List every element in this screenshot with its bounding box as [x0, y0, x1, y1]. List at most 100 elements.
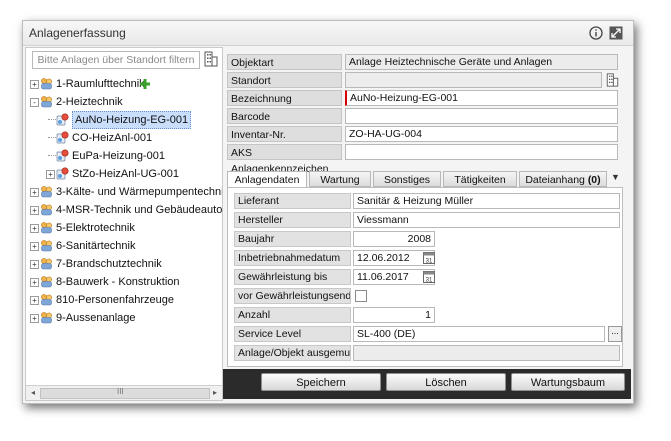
maintenance-tree-button[interactable]: Wartungsbaum: [511, 373, 625, 391]
tab-sonstiges-label: Sonstiges: [383, 174, 431, 186]
calendar-icon[interactable]: 31: [423, 251, 435, 264]
attachment-count-badge: (0): [587, 174, 601, 186]
location-filter-input[interactable]: Bitte Anlagen über Standort filtern: [32, 51, 200, 69]
building-filter-icon[interactable]: [204, 51, 218, 67]
tree-node-label: StZo-HeizAnl-UG-001: [72, 168, 179, 180]
collapse-icon[interactable]: -: [30, 98, 39, 107]
tree-node-label: 3-Kälte- und Wärmepumpentechnik: [56, 186, 222, 198]
objektart-field[interactable]: Anlage Heiztechnische Geräte und Anlagen: [345, 54, 618, 70]
title-bar: Anlagenerfassung: [23, 21, 633, 46]
vor-gewaehrleistung-checkbox[interactable]: [355, 290, 367, 302]
expand-icon[interactable]: +: [30, 224, 39, 233]
aks-label: AKS Anlagenkennzeichen: [227, 144, 342, 175]
tree-node-label: 4-MSR-Technik und Gebäudeautomatio: [56, 204, 222, 216]
tree-connector: [48, 137, 56, 138]
tree-node-label: 5-Elektrotechnik: [56, 222, 135, 234]
building-group-icon: [40, 221, 53, 234]
objekt-ausgemustert-field[interactable]: [353, 345, 620, 361]
building-group-icon: [40, 185, 53, 198]
heating-asset-icon: [56, 113, 69, 126]
building-group-icon: [40, 239, 53, 252]
save-button[interactable]: Speichern: [261, 373, 381, 391]
tab-wartung[interactable]: Wartung: [309, 171, 371, 187]
tab-sonstiges[interactable]: Sonstiges: [373, 171, 441, 187]
tree-node-label: AuNo-Heizung-EG-001: [72, 111, 192, 129]
expand-icon[interactable]: +: [30, 242, 39, 251]
lieferant-field[interactable]: Sanitär & Heizung Müller: [353, 193, 620, 209]
tree-node-label: 810-Personenfahrzeuge: [56, 294, 175, 306]
service-level-label: Service Level: [234, 326, 351, 342]
delete-button[interactable]: Löschen: [386, 373, 506, 391]
expand-icon[interactable]: +: [30, 260, 39, 269]
inbetriebnahme-label: Inbetriebnahmedatum: [234, 250, 351, 266]
standort-label: Standort: [227, 72, 342, 88]
tab-overflow-chevron-down-icon[interactable]: ▼: [611, 172, 620, 182]
vor-gewaehrleistung-label: vor Gewährleistungsend...: [234, 288, 351, 304]
scrollbar-thumb[interactable]: III: [40, 387, 210, 399]
bezeichnung-label: Bezeichnung: [227, 90, 342, 106]
heating-asset-icon: [56, 131, 69, 144]
barcode-field[interactable]: [345, 108, 618, 124]
tree-node-label: 1-Raumlufttechnik: [56, 78, 145, 90]
expand-icon[interactable]: +: [30, 278, 39, 287]
objekt-ausgemustert-label: Anlage/Objekt ausgemu...: [234, 345, 351, 361]
expand-icon[interactable]: +: [46, 170, 55, 179]
scroll-left-arrow-icon[interactable]: ◂: [28, 388, 38, 398]
calendar-icon[interactable]: 31: [423, 270, 435, 283]
tree-horizontal-scrollbar[interactable]: ◂ III ▸: [26, 385, 222, 400]
anzahl-field[interactable]: 1: [353, 307, 435, 323]
expand-icon[interactable]: +: [30, 206, 39, 215]
bezeichnung-field[interactable]: AuNo-Heizung-EG-001: [345, 90, 618, 106]
lieferant-label: Lieferant: [234, 193, 351, 209]
baujahr-field[interactable]: 2008: [353, 231, 435, 247]
tab-wartung-label: Wartung: [320, 174, 360, 186]
tree-node-label: 7-Brandschutztechnik: [56, 258, 162, 270]
tab-dateianhang-label: Dateianhang: [525, 174, 585, 186]
aks-field[interactable]: [345, 144, 618, 160]
gewaehrleistung-label: Gewährleistung bis: [234, 269, 351, 285]
tab-anlagendaten-label: Anlagendaten: [234, 174, 300, 186]
heating-asset-icon: [56, 167, 69, 180]
tree-node-label: 6-Sanitärtechnik: [56, 240, 136, 252]
service-level-picker-button[interactable]: ...: [608, 326, 622, 342]
hersteller-label: Hersteller: [234, 212, 351, 228]
scroll-right-arrow-icon[interactable]: ▸: [210, 388, 220, 398]
expand-icon[interactable]: +: [30, 314, 39, 323]
info-icon[interactable]: [589, 26, 603, 40]
tree-connector: [48, 155, 56, 156]
asset-entry-window: Anlagenerfassung Bitte Anlagen über Stan…: [22, 20, 634, 404]
tree-node-label: 9-Aussenanlage: [56, 312, 136, 324]
tab-taetigkeiten[interactable]: Tätigkeiten: [443, 171, 517, 187]
tree-node-label: CO-HeizAnl-001: [72, 132, 153, 144]
objektart-label: Objektart: [227, 54, 342, 70]
building-group-icon: [40, 77, 53, 90]
tab-taetigkeiten-label: Tätigkeiten: [454, 174, 506, 186]
tree-node-label: 8-Bauwerk - Konstruktion: [56, 276, 180, 288]
tree-node-label: EuPa-Heizung-001: [72, 150, 165, 162]
location-tree-panel: Bitte Anlagen über Standort filtern +1-R…: [25, 47, 223, 401]
baujahr-label: Baujahr: [234, 231, 351, 247]
expand-icon[interactable]: +: [30, 296, 39, 305]
standort-field[interactable]: [345, 72, 602, 88]
tab-anlagendaten[interactable]: Anlagendaten: [227, 171, 307, 188]
service-level-field[interactable]: SL-400 (DE): [353, 326, 605, 342]
expand-icon[interactable]: +: [30, 80, 39, 89]
building-group-icon: [40, 293, 53, 306]
tree-connector: [48, 119, 56, 120]
asset-tree: +1-Raumlufttechnik - 2-Heiztechnik AuNo-Hei…: [26, 72, 222, 384]
hersteller-field[interactable]: Viessmann: [353, 212, 620, 228]
detail-tabs: Anlagendaten Wartung Sonstiges Tätigkeit…: [227, 171, 623, 188]
building-picker-icon[interactable]: [606, 73, 619, 87]
building-group-icon: [40, 257, 53, 270]
tab-dateianhang[interactable]: Dateianhang (0): [519, 171, 607, 187]
resize-icon[interactable]: [609, 26, 623, 40]
expand-icon[interactable]: +: [30, 188, 39, 197]
svg-text:31: 31: [426, 259, 433, 265]
action-bar: Speichern Löschen Wartungsbaum: [223, 369, 631, 399]
inventar-label: Inventar-Nr.: [227, 126, 342, 142]
building-group-icon: [40, 275, 53, 288]
add-icon[interactable]: [140, 79, 150, 89]
inventar-field[interactable]: ZO-HA-UG-004: [345, 126, 618, 142]
barcode-label: Barcode: [227, 108, 342, 124]
tree-node-label: 2-Heiztechnik: [56, 96, 123, 108]
